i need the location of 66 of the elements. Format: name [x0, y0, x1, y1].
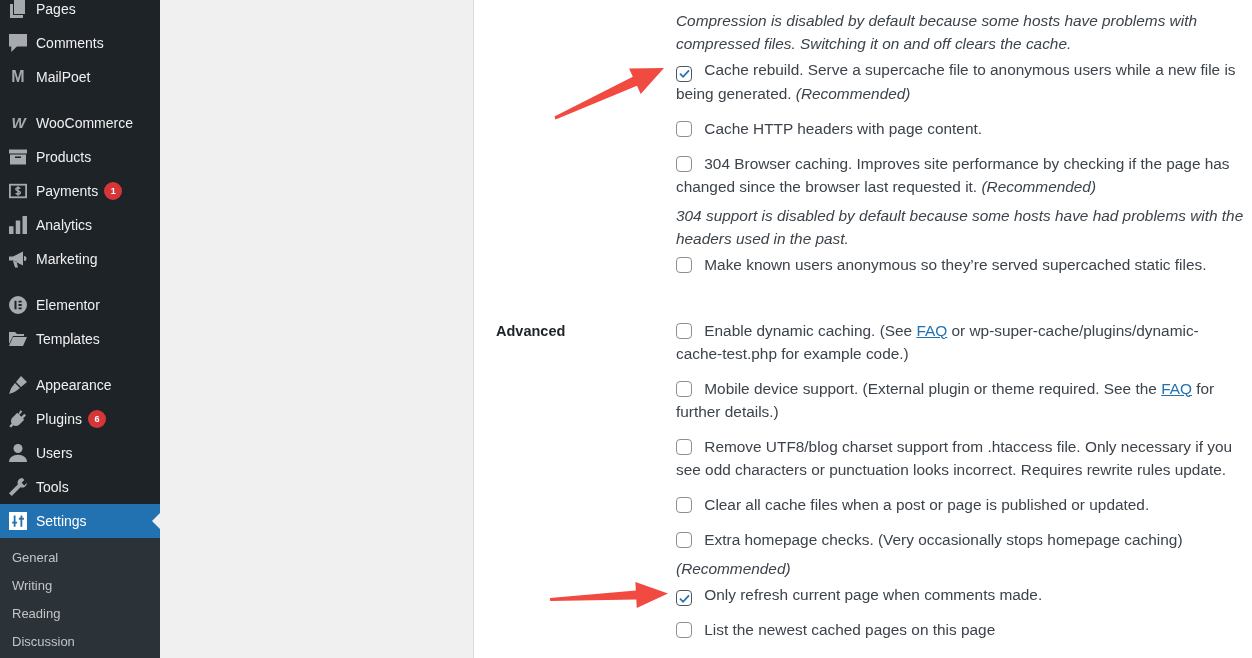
option-label[interactable]: Cache HTTP headers with page content.	[676, 116, 1244, 140]
checkbox[interactable]	[676, 496, 692, 513]
menu-item[interactable]: Plugins 6	[0, 402, 160, 436]
checkbox[interactable]	[676, 531, 692, 548]
wrench-icon	[9, 478, 27, 496]
help-text: 304 support is disabled by default because some hosts have had problems with the headers used in the past.	[676, 205, 1244, 249]
checkbox[interactable]	[676, 256, 692, 273]
count-badge: 1	[104, 182, 123, 200]
menu-item[interactable]: Pages	[0, 0, 160, 26]
menu-item[interactable]: Comments	[0, 26, 160, 60]
section-label: Advanced	[496, 322, 566, 339]
menu-item[interactable]: Templates	[0, 322, 160, 356]
submenu-item[interactable]: Reading	[0, 600, 160, 628]
faq-link[interactable]: FAQ	[1161, 379, 1192, 397]
checkbox[interactable]	[676, 322, 692, 339]
paintbrush-icon	[9, 376, 27, 394]
circle-bars-icon	[9, 296, 27, 314]
menu-item[interactable]: Tools	[0, 470, 160, 504]
faq-link[interactable]: FAQ	[916, 321, 948, 339]
menu-item[interactable]: Elementor	[0, 288, 160, 322]
count-badge: 6	[87, 410, 106, 428]
option-label[interactable]: Enable dynamic caching. (See FAQ or wp-super-cache/plugins/dynamic-cache-test.php for example code.)	[676, 318, 1244, 365]
checkbox[interactable]	[676, 590, 692, 606]
option-label[interactable]: 304 Browser caching. Improves site performance by checking if the page has changed since the browser last requested it. (Recommended)	[676, 151, 1244, 198]
menu-item[interactable]: Products	[0, 140, 160, 174]
menu-item[interactable]: W WooCommerce	[0, 106, 160, 140]
option-label[interactable]: Clear all cache files when a post or page is published or updated.	[676, 492, 1244, 516]
option-label[interactable]: Cache rebuild. Serve a supercache file to anonymous users while a new file is being generated. (Recommended)	[676, 58, 1244, 105]
checkmark-icon	[678, 593, 690, 603]
megaphone-icon	[9, 250, 27, 268]
checkbox[interactable]	[676, 155, 692, 172]
logo-letter: W	[10, 114, 28, 132]
menu-item[interactable]: M MailPoet	[0, 60, 160, 94]
sliders-icon	[9, 512, 27, 530]
option-label[interactable]: List the newest cached pages on this page	[676, 618, 1244, 641]
menu-item[interactable]: Analytics	[0, 208, 160, 242]
option-label[interactable]: Extra homepage checks. (Very occasionally stops homepage caching)	[676, 527, 1244, 551]
checkbox[interactable]	[676, 438, 692, 455]
checkbox[interactable]	[676, 65, 692, 82]
option-label[interactable]: Remove UTF8/blog charset support from .htaccess file. Only necessary if you see odd characters or punctuation looks incorrect. Requires rewrite rules update.	[676, 434, 1244, 481]
logo-letter: M	[10, 68, 26, 86]
checkbox[interactable]	[676, 622, 692, 638]
submenu-item[interactable]: Writing	[0, 572, 160, 600]
submenu-item[interactable]: General	[0, 544, 160, 572]
help-text: Compression is disabled by default because some hosts have problems with compressed files. Switching it on and off clears the cache.	[676, 11, 1198, 54]
speech-bubble-icon	[9, 34, 27, 52]
checkbox[interactable]	[676, 120, 692, 137]
menu-item[interactable]: Settings	[0, 504, 160, 538]
folder-icon	[9, 330, 27, 348]
checkmark-icon	[678, 69, 690, 78]
plug-icon	[9, 410, 27, 428]
dollar-icon	[9, 182, 27, 200]
archive-box-icon	[9, 148, 27, 166]
checkbox[interactable]	[676, 380, 692, 397]
person-icon	[9, 444, 27, 462]
option-label[interactable]: Only refresh current page when comments made.	[676, 582, 1244, 606]
option-label[interactable]: Mobile device support. (External plugin or theme required. See the FAQ for further details.)	[676, 376, 1244, 423]
help-text: (Recommended)	[676, 558, 792, 579]
menu-item[interactable]: Users	[0, 436, 160, 470]
bar-chart-icon	[9, 216, 27, 234]
menu-item[interactable]: Payments 1	[0, 174, 160, 208]
option-label[interactable]: Make known users anonymous so they’re served supercached static files.	[676, 252, 1244, 276]
pages-icon	[9, 0, 27, 18]
menu-item[interactable]: Marketing	[0, 242, 160, 276]
submenu-item[interactable]: Discussion	[0, 628, 160, 656]
menu-item[interactable]: Appearance	[0, 368, 160, 402]
